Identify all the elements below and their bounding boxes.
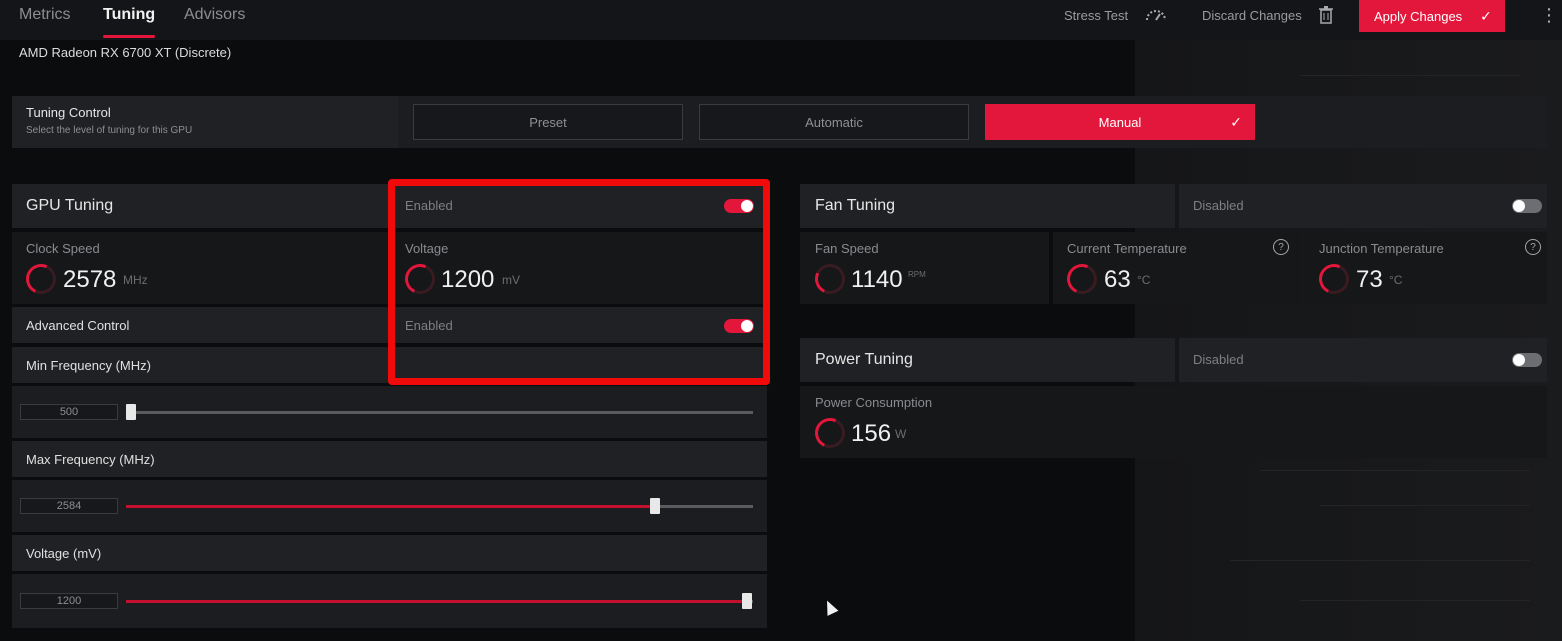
fan-tuning-state: Disabled [1193,198,1244,213]
clock-speed-label: Clock Speed [26,241,100,256]
help-icon[interactable]: ? [1525,239,1541,255]
tuning-control-label-box [12,96,398,148]
min-frequency-thumb[interactable] [126,404,136,420]
fan-tuning-toggle[interactable] [1512,199,1542,213]
min-frequency-input[interactable]: 500 [20,404,118,420]
power-consumption-unit: W [895,427,907,441]
junction-temperature-unit: °C [1389,273,1403,287]
tuning-control-subtitle: Select the level of tuning for this GPU [26,125,193,136]
stress-test-button[interactable]: Stress Test [1064,8,1128,23]
voltage-fill [126,600,748,603]
max-frequency-fill [126,505,655,508]
power-tuning-state: Disabled [1193,352,1244,367]
junction-temperature-value: 73 [1356,266,1383,293]
toggle-knob [1513,354,1525,366]
preset-button[interactable]: Preset [413,104,683,140]
current-temperature-label: Current Temperature [1067,241,1187,256]
current-temperature-value: 63 [1104,266,1131,293]
fan-speed-value: 1140 [851,266,903,293]
check-icon: ✓ [1230,114,1242,130]
max-frequency-input[interactable]: 2584 [20,498,118,514]
clock-speed-value: 2578 [63,266,117,293]
fan-tuning-title: Fan Tuning [815,197,896,214]
background-divider [1260,470,1530,471]
tab-tuning[interactable]: Tuning [103,6,155,24]
automatic-button[interactable]: Automatic [699,104,969,140]
manual-button[interactable]: Manual ✓ [985,104,1255,140]
background-divider [1320,505,1530,506]
voltage-input[interactable]: 1200 [20,593,118,609]
trash-icon[interactable] [1319,6,1333,29]
preset-label: Preset [529,114,567,130]
mouse-cursor-icon [821,598,839,616]
highlight-box [388,179,770,385]
gpu-name: AMD Radeon RX 6700 XT (Discrete) [19,45,232,60]
max-frequency-thumb[interactable] [650,498,660,514]
help-icon[interactable]: ? [1273,239,1289,255]
apply-changes-label: Apply Changes [1374,8,1463,24]
voltage-slider-header [12,535,767,571]
fan-speed-unit: RPM [908,270,926,279]
min-frequency-track[interactable] [126,411,753,414]
tab-advisors[interactable]: Advisors [184,6,245,24]
tuning-control-title: Tuning Control [26,105,111,120]
discard-changes-button[interactable]: Discard Changes [1202,8,1302,23]
power-consumption-value: 156 [851,420,892,447]
tab-metrics[interactable]: Metrics [19,6,71,24]
speedometer-icon[interactable] [1144,6,1168,27]
current-temperature-unit: °C [1137,273,1151,287]
power-consumption-label: Power Consumption [815,395,933,410]
voltage-slider-label: Voltage (mV) [26,546,102,561]
background-divider [1300,600,1530,601]
gpu-tuning-title: GPU Tuning [26,197,114,214]
toggle-knob [1513,200,1525,212]
manual-label: Manual [1098,114,1142,130]
power-tuning-title: Power Tuning [815,351,913,368]
check-icon: ✓ [1480,7,1492,24]
background-divider [1300,75,1520,76]
apply-changes-button[interactable]: Apply Changes ✓ [1359,0,1505,32]
fan-speed-label: Fan Speed [815,241,879,256]
junction-temperature-label: Junction Temperature [1319,241,1444,256]
active-tab-indicator [103,35,155,38]
max-frequency-label: Max Frequency (MHz) [26,452,155,467]
background-divider [1230,560,1530,561]
kebab-menu-icon[interactable]: ⋮ [1540,6,1558,24]
min-frequency-label: Min Frequency (MHz) [26,358,151,373]
power-tuning-toggle[interactable] [1512,353,1542,367]
advanced-control-label: Advanced Control [26,318,130,333]
voltage-thumb[interactable] [742,593,752,609]
clock-speed-unit: MHz [123,273,148,287]
top-navigation-bar: Metrics Tuning Advisors Stress Test Disc… [0,0,1562,40]
automatic-label: Automatic [805,114,863,130]
